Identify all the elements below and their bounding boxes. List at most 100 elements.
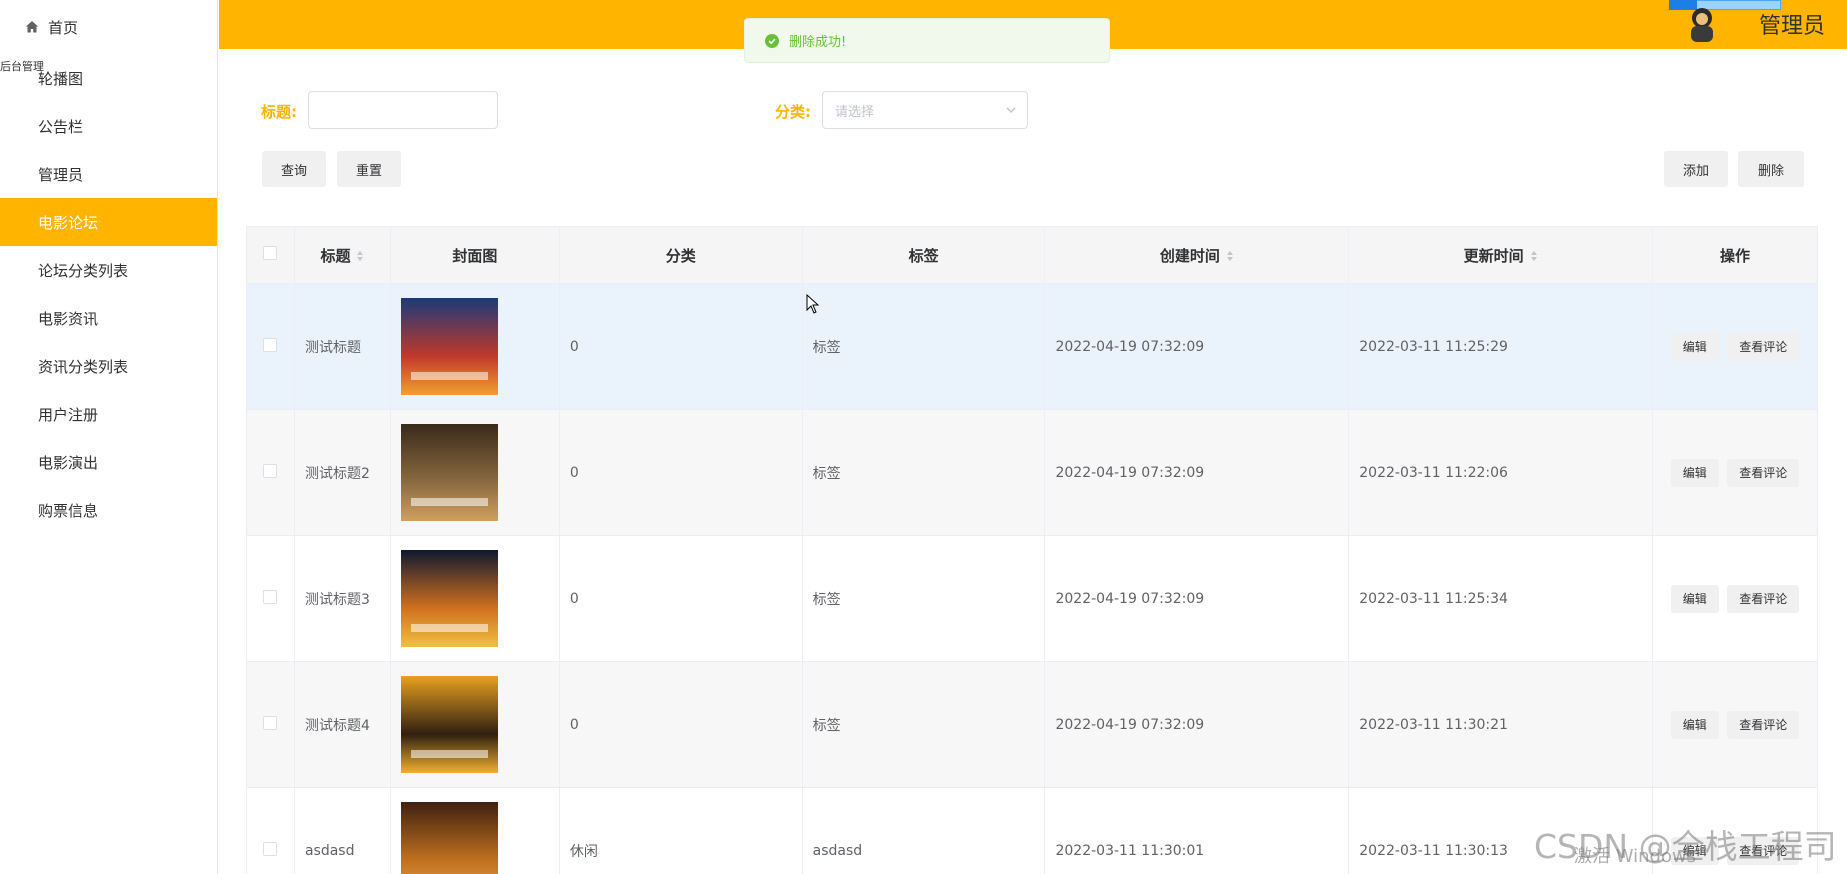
row-select-cell xyxy=(246,283,295,410)
row-select-cell xyxy=(246,409,295,536)
chevron-down-icon xyxy=(1006,107,1016,113)
view-comments-button[interactable]: 查看评论 xyxy=(1727,584,1800,613)
column-created-label: 创建时间 xyxy=(1159,246,1220,265)
sidebar-item[interactable]: 电影演出 xyxy=(0,438,217,486)
created-time-cell: 2022-03-11 11:30:01 xyxy=(1044,787,1350,874)
sidebar-item[interactable]: 管理员 xyxy=(0,150,217,198)
column-header-updated[interactable]: 更新时间 xyxy=(1348,226,1654,284)
column-header-cover: 封面图 xyxy=(389,226,560,284)
sort-icon[interactable] xyxy=(1530,250,1538,262)
view-comments-button[interactable]: 查看评论 xyxy=(1727,710,1800,739)
cover-image xyxy=(400,298,498,395)
sidebar-item[interactable]: 论坛分类列表 xyxy=(0,246,217,294)
add-button[interactable]: 添加 xyxy=(1664,151,1728,187)
row-checkbox[interactable] xyxy=(263,463,278,478)
actions-cell: 编辑 查看评论 xyxy=(1652,661,1818,788)
table-row[interactable]: 测试标题 0 标签 2022-04-19 07:32:09 2022-03-11… xyxy=(246,283,1818,410)
table-row[interactable]: 测试标题3 0 标签 2022-04-19 07:32:09 2022-03-1… xyxy=(246,535,1818,662)
sidebar-item[interactable]: 电影论坛 xyxy=(0,198,217,246)
stray-label: 后台管理 xyxy=(0,60,44,73)
row-checkbox[interactable] xyxy=(263,337,278,352)
updated-time-cell: 2022-03-11 11:30:21 xyxy=(1348,661,1654,788)
sidebar-item[interactable]: 资讯分类列表 xyxy=(0,342,217,390)
cover-cell xyxy=(389,661,560,788)
sidebar-item[interactable]: 电影资讯 xyxy=(0,294,217,342)
home-icon xyxy=(26,21,38,33)
actions-cell: 编辑 查看评论 xyxy=(1652,409,1818,536)
updated-time-cell: 2022-03-11 11:25:29 xyxy=(1348,283,1654,410)
tag-cell: asdasd xyxy=(801,787,1046,874)
table-row[interactable]: 测试标题4 0 标签 2022-04-19 07:32:09 2022-03-1… xyxy=(246,661,1818,788)
sidebar-item[interactable]: 公告栏 xyxy=(0,102,217,150)
cover-image xyxy=(400,424,498,521)
sidebar-item-label: 资讯分类列表 xyxy=(38,357,129,376)
actions-cell: 编辑 查看评论 xyxy=(1652,283,1818,410)
column-title-label: 标题 xyxy=(320,246,351,265)
category-placeholder: 请选择 xyxy=(835,104,875,120)
created-time-cell: 2022-04-19 07:32:09 xyxy=(1044,661,1350,788)
toast-message: 删除成功! xyxy=(789,35,847,50)
admin-user-label[interactable]: 管理员 xyxy=(1759,8,1825,40)
sidebar-item[interactable]: 购票信息 xyxy=(0,486,217,534)
column-header-actions: 操作 xyxy=(1652,226,1818,284)
tag-cell: 标签 xyxy=(801,409,1046,536)
sidebar-item-home[interactable]: 首页 xyxy=(0,0,217,54)
mouse-cursor-icon xyxy=(806,294,820,314)
edit-button[interactable]: 编辑 xyxy=(1670,332,1719,361)
success-toast: 删除成功! xyxy=(744,18,1110,63)
table-row[interactable]: 测试标题2 0 标签 2022-04-19 07:32:09 2022-03-1… xyxy=(246,409,1818,536)
category-cell: 0 xyxy=(558,409,803,536)
delete-button[interactable]: 删除 xyxy=(1738,151,1804,187)
edit-button[interactable]: 编辑 xyxy=(1670,458,1719,487)
row-checkbox[interactable] xyxy=(263,715,278,730)
sidebar-item[interactable]: 用户注册 xyxy=(0,390,217,438)
row-select-cell xyxy=(246,535,295,662)
category-select[interactable]: 请选择 xyxy=(822,91,1028,129)
table-header-row: 标题 封面图 分类 标签 创建时间 更新时间 操作 xyxy=(246,226,1818,284)
cover-image xyxy=(400,802,498,874)
title-search-input[interactable] xyxy=(308,91,498,129)
column-updated-label: 更新时间 xyxy=(1463,246,1524,265)
category-cell: 休闲 xyxy=(558,787,803,874)
forum-table: 标题 封面图 分类 标签 创建时间 更新时间 操作 测试标题 0 标签 2022… xyxy=(246,226,1818,874)
check-circle-icon xyxy=(765,33,779,48)
column-header-title[interactable]: 标题 xyxy=(293,226,391,284)
view-comments-button[interactable]: 查看评论 xyxy=(1727,458,1800,487)
edit-button[interactable]: 编辑 xyxy=(1670,710,1719,739)
column-header-created[interactable]: 创建时间 xyxy=(1044,226,1350,284)
row-select-cell xyxy=(246,661,295,788)
title-label: 标题: xyxy=(261,103,297,121)
windows-activation-watermark: 激活 Windows xyxy=(1574,846,1697,867)
sidebar-item-label: 公告栏 xyxy=(38,117,84,136)
reset-button[interactable]: 重置 xyxy=(337,151,401,187)
select-all-header xyxy=(246,226,295,284)
tag-cell: 标签 xyxy=(801,283,1046,410)
sort-icon[interactable] xyxy=(1226,250,1234,262)
query-button[interactable]: 查询 xyxy=(262,151,326,187)
sidebar: 首页 轮播图 公告栏 管理员 电影论坛 论坛分类列表 电影资讯 资讯分类列表 用户注册 电影演出… xyxy=(0,0,218,874)
select-all-checkbox[interactable] xyxy=(263,246,278,260)
row-checkbox[interactable] xyxy=(263,841,278,856)
category-cell: 0 xyxy=(558,535,803,662)
actions-cell: 编辑 查看评论 xyxy=(1652,535,1818,662)
column-header-tag: 标签 xyxy=(801,226,1046,284)
cover-cell xyxy=(389,283,560,410)
cover-image xyxy=(400,550,498,647)
created-time-cell: 2022-04-19 07:32:09 xyxy=(1044,409,1350,536)
avatar[interactable] xyxy=(1685,4,1719,44)
sort-icon[interactable] xyxy=(356,250,364,262)
cover-cell xyxy=(389,535,560,662)
title-cell: 测试标题3 xyxy=(293,535,391,662)
view-comments-button[interactable]: 查看评论 xyxy=(1727,332,1800,361)
created-time-cell: 2022-04-19 07:32:09 xyxy=(1044,535,1350,662)
updated-time-cell: 2022-03-11 11:25:34 xyxy=(1348,535,1654,662)
sidebar-item-label: 管理员 xyxy=(38,165,84,184)
row-checkbox[interactable] xyxy=(263,589,278,604)
sidebar-item-label: 首页 xyxy=(48,18,79,37)
title-cell: 测试标题2 xyxy=(293,409,391,536)
sidebar-item-label: 电影资讯 xyxy=(38,309,99,328)
tag-cell: 标签 xyxy=(801,535,1046,662)
created-time-cell: 2022-04-19 07:32:09 xyxy=(1044,283,1350,410)
title-cell: asdasd xyxy=(293,787,391,874)
edit-button[interactable]: 编辑 xyxy=(1670,584,1719,613)
